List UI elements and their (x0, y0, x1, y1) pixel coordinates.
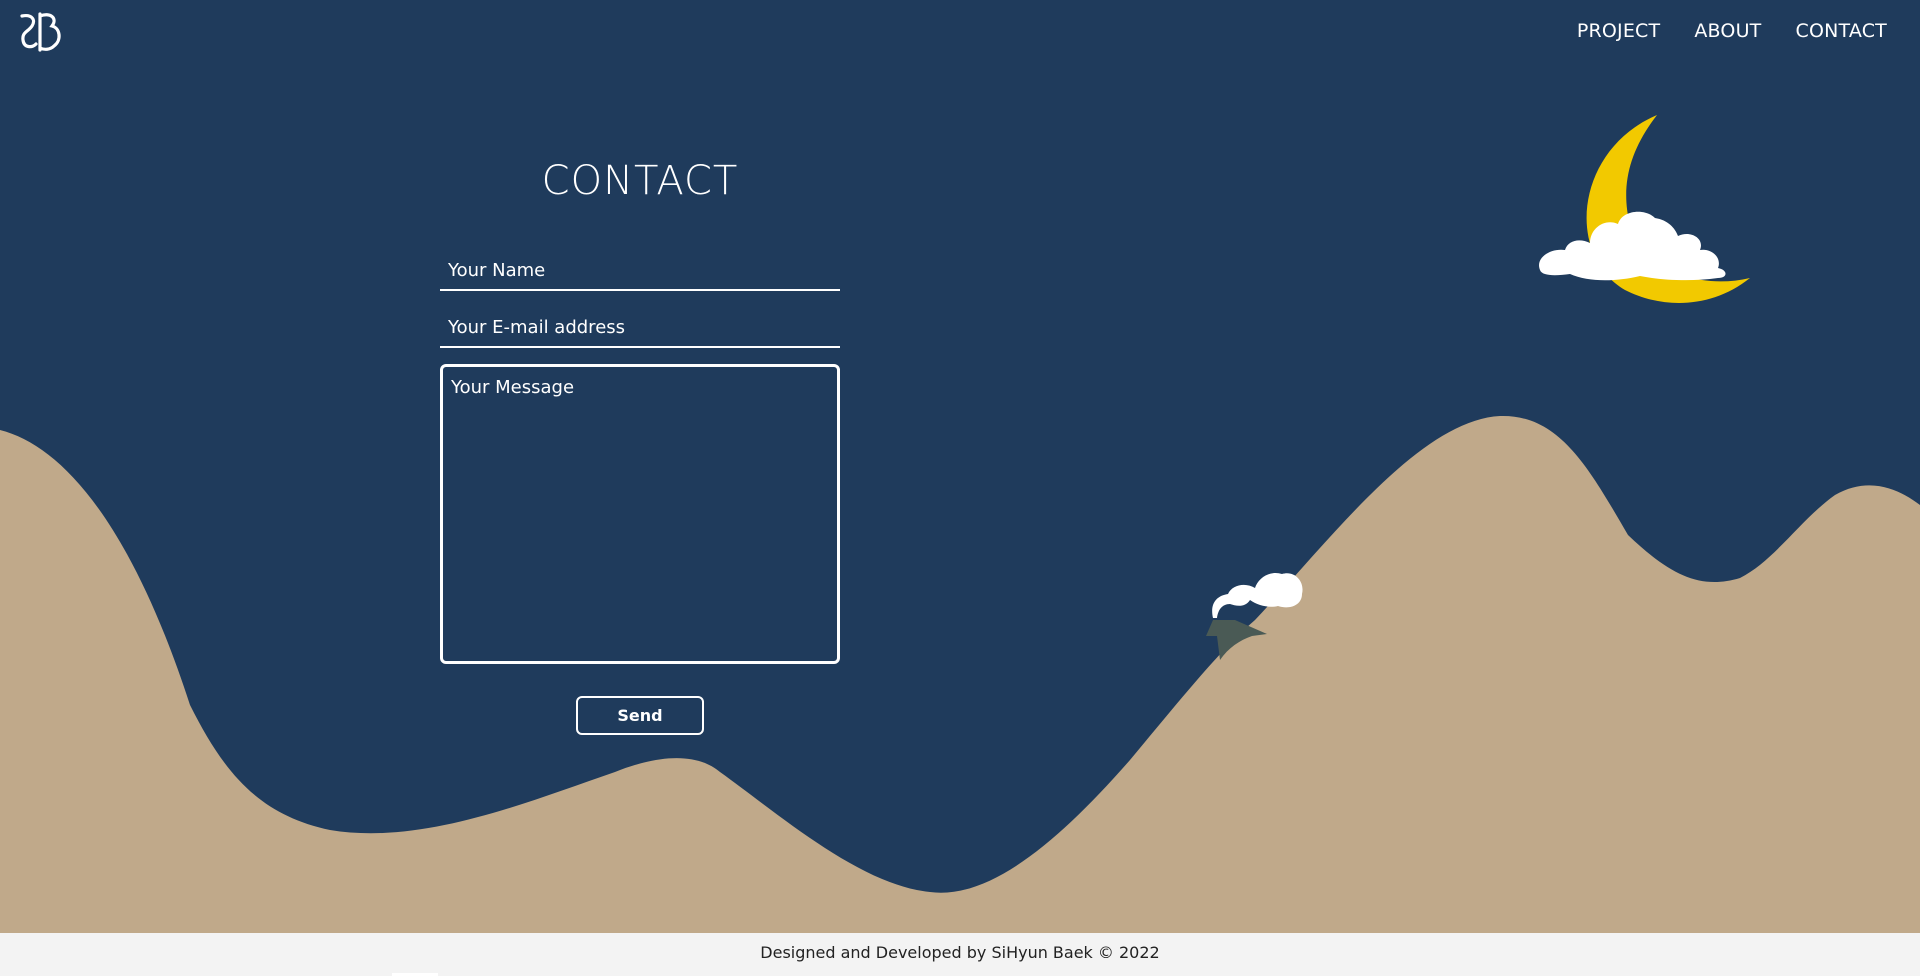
nav-about[interactable]: ABOUT (1694, 20, 1761, 42)
contact-title: CONTACT (541, 158, 739, 204)
email-input[interactable] (440, 308, 840, 348)
mountains-illustration (0, 415, 1920, 935)
main-nav: PROJECT ABOUT CONTACT (1577, 20, 1887, 42)
footer: Designed and Developed by SiHyun Baek © … (0, 933, 1920, 976)
name-input[interactable] (440, 251, 840, 291)
nav-contact[interactable]: CONTACT (1795, 20, 1887, 42)
night-scenery (0, 115, 1920, 935)
footer-credit: Designed and Developed by SiHyun Baek © … (760, 943, 1160, 962)
contact-page: PROJECT ABOUT CONTACT CONTACT Send Desig… (0, 0, 1920, 976)
cloud-icon (1539, 211, 1726, 281)
sh-monogram-logo-icon[interactable] (18, 10, 66, 56)
message-textarea[interactable] (440, 364, 840, 664)
send-button[interactable]: Send (576, 696, 704, 735)
nav-project[interactable]: PROJECT (1577, 20, 1661, 42)
